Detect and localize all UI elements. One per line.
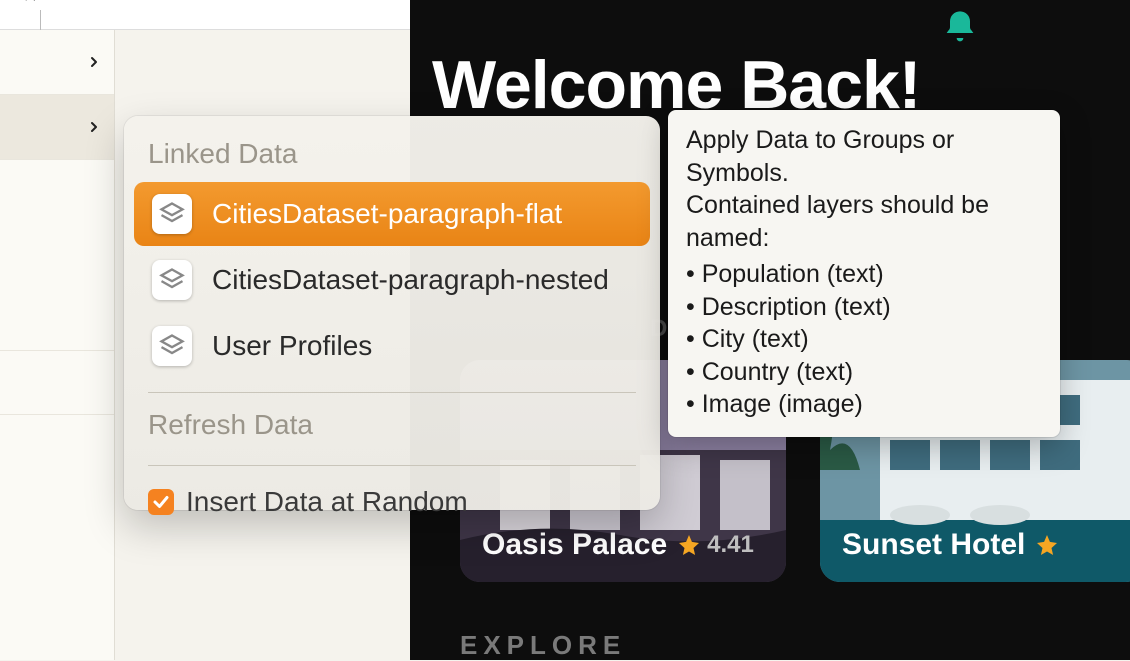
menu-header: Linked Data	[134, 130, 650, 182]
card-title-row: Oasis Palace 4.41	[482, 528, 754, 562]
dataset-label: CitiesDataset-paragraph-nested	[212, 264, 609, 296]
tooltip-field: Image (image)	[686, 388, 1042, 421]
star-icon	[677, 533, 701, 557]
tooltip-field: Country (text)	[686, 356, 1042, 389]
card-title: Sunset Hotel	[842, 528, 1025, 562]
stack-icon	[152, 194, 192, 234]
stack-icon	[152, 260, 192, 300]
menu-divider	[148, 465, 636, 466]
star-icon	[1035, 533, 1059, 557]
card-rating: 4.41	[677, 531, 754, 559]
layers-sidebar	[0, 30, 115, 660]
layer-row[interactable]	[0, 160, 114, 350]
ruler-label: 100	[22, 0, 40, 2]
dataset-label: CitiesDataset-paragraph-flat	[212, 198, 562, 230]
dataset-item-selected[interactable]: CitiesDataset-paragraph-flat	[134, 182, 650, 246]
layer-row[interactable]	[0, 415, 114, 480]
dataset-item[interactable]: User Profiles	[134, 314, 650, 378]
card-rating-value: 4.41	[707, 531, 754, 559]
layer-row-active[interactable]	[0, 95, 114, 160]
menu-divider	[148, 392, 636, 393]
tooltip-field: Description (text)	[686, 291, 1042, 324]
dataset-label: User Profiles	[212, 330, 372, 362]
card-rating	[1035, 533, 1059, 557]
linked-data-menu: Linked Data CitiesDataset-paragraph-flat…	[124, 116, 660, 510]
dataset-tooltip: Apply Data to Groups or Symbols. Contain…	[668, 110, 1060, 437]
check-icon	[152, 493, 170, 511]
tooltip-line: Contained layers should be named:	[686, 189, 1042, 254]
chevron-right-icon	[86, 54, 102, 70]
ruler-tick	[40, 10, 41, 30]
refresh-data-item[interactable]: Refresh Data	[134, 403, 650, 451]
tooltip-field: Population (text)	[686, 258, 1042, 291]
tooltip-field: City (text)	[686, 323, 1042, 356]
layer-row[interactable]	[0, 30, 114, 95]
tooltip-line: Apply Data to Groups or Symbols.	[686, 124, 1042, 189]
layer-row[interactable]	[0, 350, 114, 415]
tooltip-fields-list: Population (text) Description (text) Cit…	[686, 254, 1042, 421]
stack-icon	[152, 326, 192, 366]
bell-icon[interactable]	[940, 8, 980, 48]
explore-label: EXPLORE	[460, 630, 626, 661]
insert-random-label: Insert Data at Random	[186, 486, 468, 518]
card-title: Oasis Palace	[482, 528, 667, 562]
insert-random-row[interactable]: Insert Data at Random	[134, 476, 650, 524]
card-title-row: Sunset Hotel	[842, 528, 1059, 562]
dataset-item[interactable]: CitiesDataset-paragraph-nested	[134, 248, 650, 312]
chevron-right-icon	[86, 119, 102, 135]
checkbox-checked[interactable]	[148, 489, 174, 515]
